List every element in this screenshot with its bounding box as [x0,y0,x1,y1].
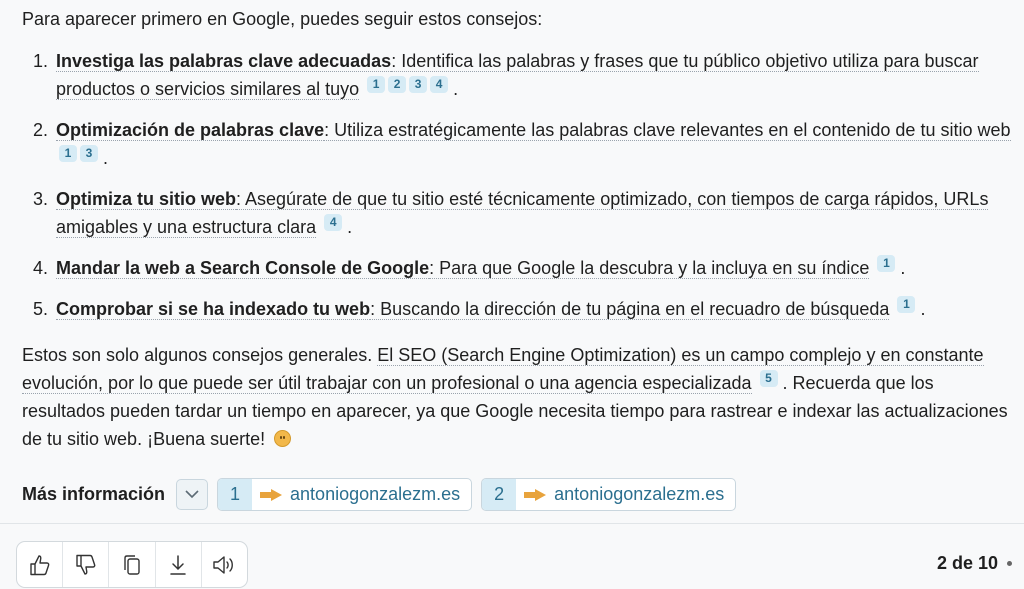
source-link-1[interactable]: 1 antoniogonzalezm.es [217,478,473,511]
list-item: 5. Comprobar si se ha indexado tu web: B… [22,295,1012,323]
item-term[interactable]: Comprobar si se ha indexado tu web [56,299,371,320]
copy-button[interactable] [109,542,156,587]
citation-badge[interactable]: 1 [897,296,916,313]
item-term[interactable]: Optimiza tu sitio web [56,189,237,210]
thumbs-up-icon [29,554,49,575]
item-number: 4. [33,258,49,278]
download-icon [170,554,186,575]
response-actions [16,541,248,588]
item-description[interactable]: : Utiliza estratégicamente las palabras … [324,120,1011,141]
chevron-down-icon [185,490,199,499]
source-number: 2 [482,479,517,510]
citation-badge[interactable]: 1 [59,145,77,162]
read-aloud-button[interactable] [202,542,247,587]
citation-badge[interactable]: 2 [388,76,407,93]
response-pager: 2 de 10 [936,553,998,573]
tips-list: 1. Investiga las palabras clave adecuada… [22,47,1012,336]
arrow-right-icon [260,488,283,501]
item-term[interactable]: Investiga las palabras clave adecuadas [56,51,392,72]
thumbs-down-icon [76,554,96,575]
citation-badge[interactable]: 3 [80,145,98,162]
more-dot-icon[interactable] [1007,561,1012,566]
item-number: 5. [33,299,49,319]
dislike-button[interactable] [63,542,110,587]
answer-intro: Para aparecer primero en Google, puedes … [22,9,543,29]
item-number: 3. [33,189,49,209]
more-info-bar: Más información 1 antoniogonzalezm.es 2 … [22,478,737,511]
citation-badge[interactable]: 4 [430,76,449,93]
citation-badge[interactable]: 3 [409,76,428,93]
source-number: 1 [218,479,253,510]
expand-sources-button[interactable] [176,479,209,510]
answer-conclusion: Estos son solo algunos consejos generale… [22,341,1012,453]
speaker-icon [213,555,234,574]
item-term[interactable]: Mandar la web a Search Console de Google [56,258,430,279]
arrow-right-icon [524,488,547,501]
copy-icon [124,554,140,575]
source-link-2[interactable]: 2 antoniogonzalezm.es [481,478,737,511]
list-item: 1. Investiga las palabras clave adecuada… [22,47,1012,103]
source-domain: antoniogonzalezm.es [554,484,725,504]
citation-badge[interactable]: 4 [324,214,343,231]
item-term[interactable]: Optimización de palabras clave [56,120,325,141]
citation-badge[interactable]: 1 [367,76,386,93]
citation-badge[interactable]: 1 [877,255,896,272]
list-item: 2. Optimización de palabras clave: Utili… [22,116,1012,172]
export-button[interactable] [156,542,202,587]
item-description[interactable]: : Buscando la dirección de tu página en … [370,299,890,320]
item-number: 1. [33,51,49,71]
smiling-face-icon [274,430,292,447]
conclusion-text: Estos son solo algunos consejos generale… [22,345,378,365]
citation-badge[interactable]: 5 [759,370,778,387]
divider [0,523,1024,524]
like-button[interactable] [17,542,64,587]
more-info-label: Más información [22,484,166,504]
source-domain: antoniogonzalezm.es [290,484,461,504]
item-description[interactable]: : Para que Google la descubra y la inclu… [429,258,870,279]
item-number: 2. [33,120,49,140]
list-item: 3. Optimiza tu sitio web: Asegúrate de q… [22,185,1012,241]
list-item: 4. Mandar la web a Search Console de Goo… [22,254,1012,282]
